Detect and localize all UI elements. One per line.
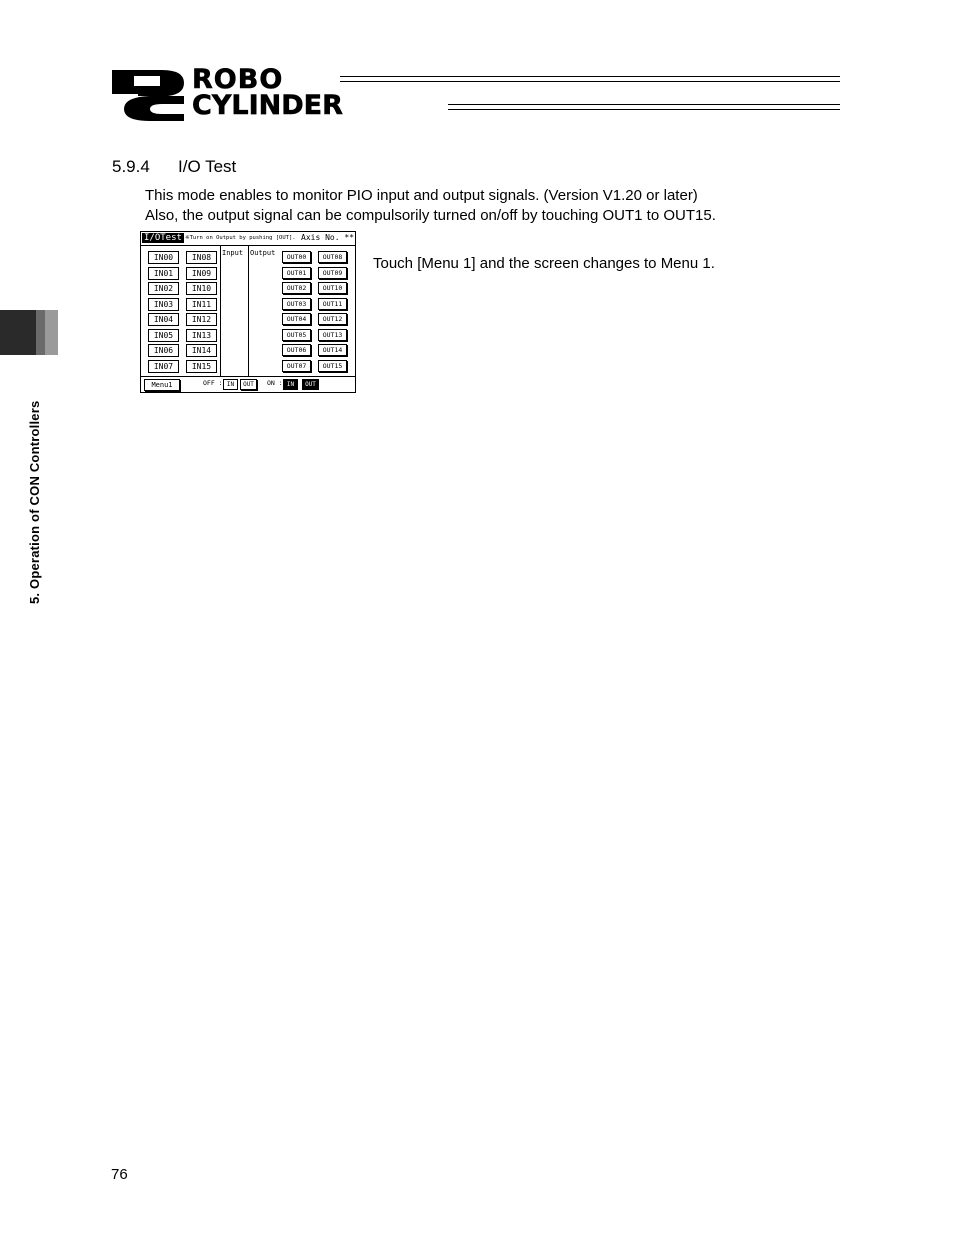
- output-signal-button[interactable]: OUT14: [318, 344, 347, 356]
- input-signal-indicator: IN06: [148, 344, 179, 357]
- output-signal-button[interactable]: OUT05: [282, 328, 311, 341]
- robo-cylinder-logo: ROBO CYLINDER: [110, 65, 850, 122]
- input-signal-indicator: IN10: [186, 282, 217, 295]
- output-signal-button[interactable]: OUT01: [282, 266, 311, 279]
- output-signal-button[interactable]: OUT07: [282, 359, 311, 372]
- legend-on-out: OUT: [302, 379, 319, 390]
- legend-off-out: OUT: [240, 379, 257, 390]
- input-signal-indicator: IN03: [148, 297, 179, 311]
- output-signal-button[interactable]: OUT02: [282, 282, 311, 294]
- input-signal-indicator: IN02: [148, 282, 179, 295]
- chapter-side-label: 5. Operation of CON Controllers: [27, 400, 42, 604]
- output-signal-button[interactable]: OUT08: [318, 251, 347, 263]
- rc-logo-mark: [112, 70, 184, 121]
- header-rule-top: [340, 76, 840, 82]
- output-signal-button[interactable]: OUT15: [318, 359, 347, 372]
- input-signal-indicator: IN11: [186, 297, 217, 311]
- output-signal-button[interactable]: OUT10: [318, 282, 347, 294]
- page-number: 76: [111, 1166, 128, 1183]
- screen-note: ※Turn on Output by pushing [OUT].: [185, 235, 296, 241]
- figure-caption: Touch [Menu 1] and the screen changes to…: [373, 255, 715, 272]
- output-signal-button[interactable]: OUT13: [318, 328, 347, 341]
- screen-title: I/OTest: [142, 233, 184, 243]
- io-test-screen: I/OTest ※Turn on Output by pushing [OUT]…: [140, 231, 356, 393]
- section-title: I/O Test: [178, 157, 237, 176]
- section-heading: 5.9.4 I/O Test: [112, 157, 236, 177]
- input-signal-indicator: IN05: [148, 328, 179, 342]
- input-signal-indicator: IN15: [186, 359, 217, 373]
- output-signal-button[interactable]: OUT09: [318, 266, 347, 279]
- output-signal-button[interactable]: OUT12: [318, 313, 347, 325]
- menu1-button[interactable]: Menu1: [144, 379, 180, 391]
- input-signal-indicator: IN01: [148, 266, 179, 280]
- body-line-2: Also, the output signal can be compulsor…: [145, 207, 716, 224]
- input-column-label: Input: [222, 249, 244, 257]
- legend-on-label: ON :: [267, 379, 283, 387]
- input-signal-indicator: IN13: [186, 328, 217, 342]
- output-column-label: Output: [250, 249, 276, 257]
- output-signal-button[interactable]: OUT06: [282, 344, 311, 356]
- input-signal-indicator: IN09: [186, 266, 217, 280]
- header-rule-bottom: [448, 104, 840, 110]
- input-signal-indicator: IN04: [148, 313, 179, 326]
- input-signal-indicator: IN08: [186, 251, 217, 264]
- output-signal-button[interactable]: OUT00: [282, 251, 311, 263]
- output-signal-button[interactable]: OUT11: [318, 297, 347, 310]
- body-line-1: This mode enables to monitor PIO input a…: [145, 187, 698, 204]
- input-signal-indicator: IN07: [148, 359, 179, 373]
- legend-off-in: IN: [223, 379, 238, 390]
- axis-number: Axis No. **: [301, 233, 354, 242]
- logo-word-cylinder: CYLINDER: [192, 90, 343, 121]
- input-signal-indicator: IN00: [148, 251, 179, 264]
- chapter-tab-marker: [0, 310, 58, 355]
- input-signal-indicator: IN12: [186, 313, 217, 326]
- legend-on-in: IN: [283, 379, 298, 390]
- section-number: 5.9.4: [112, 157, 150, 176]
- input-signal-indicator: IN14: [186, 344, 217, 357]
- output-signal-button[interactable]: OUT04: [282, 313, 311, 325]
- output-signal-button[interactable]: OUT03: [282, 297, 311, 310]
- legend-off-label: OFF :: [203, 379, 223, 387]
